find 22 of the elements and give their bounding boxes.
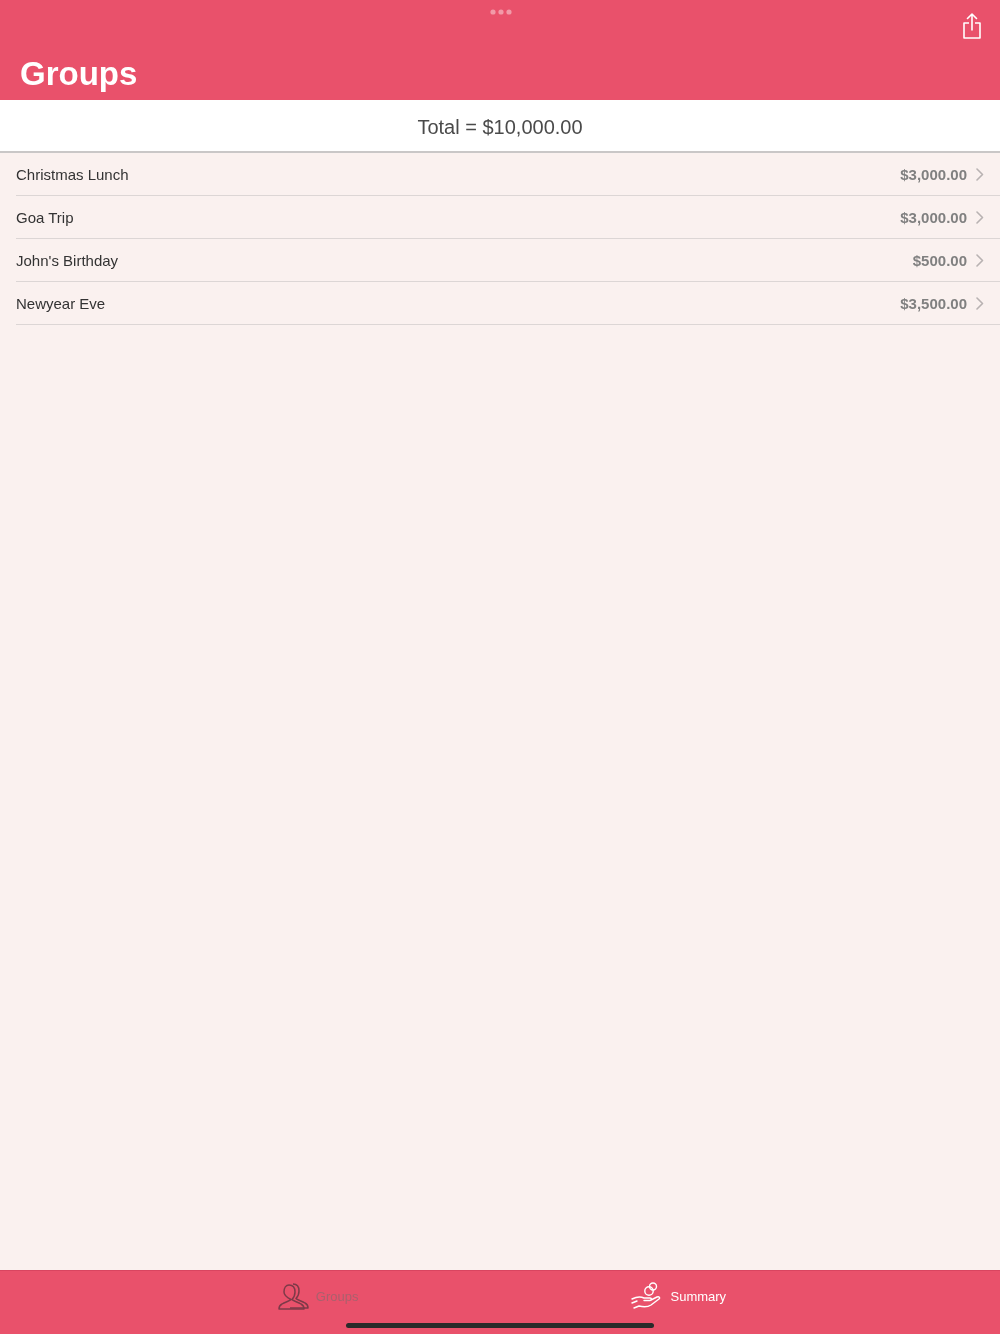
group-row[interactable]: John's Birthday $500.00	[16, 239, 1000, 282]
group-name: Goa Trip	[16, 208, 75, 226]
group-amount: $500.00	[912, 251, 967, 269]
people-icon	[277, 1282, 310, 1310]
group-row[interactable]: Christmas Lunch $3,000.00	[16, 153, 1000, 196]
chevron-icon	[976, 253, 984, 267]
chevron-icon	[976, 167, 984, 181]
multitasking-dots-icon[interactable]	[490, 9, 512, 15]
tab[interactable]: Summary	[630, 1282, 727, 1310]
group-row[interactable]: Newyear Eve $3,500.00	[16, 282, 1000, 325]
chevron-icon	[976, 296, 984, 310]
total-amount: Total = $10,000.00	[417, 115, 583, 139]
share-icon[interactable]	[962, 13, 982, 39]
group-name: Christmas Lunch	[16, 165, 130, 183]
chevron-icon	[976, 210, 984, 224]
group-amount: $3,000.00	[900, 165, 967, 183]
group-name: Newyear Eve	[16, 294, 107, 312]
group-row[interactable]: Goa Trip $3,000.00	[16, 196, 1000, 239]
group-amount: $3,500.00	[900, 294, 967, 312]
group-amount: $3,000.00	[900, 208, 967, 226]
page-title: Groups	[20, 54, 139, 94]
group-name: John's Birthday	[16, 251, 120, 269]
